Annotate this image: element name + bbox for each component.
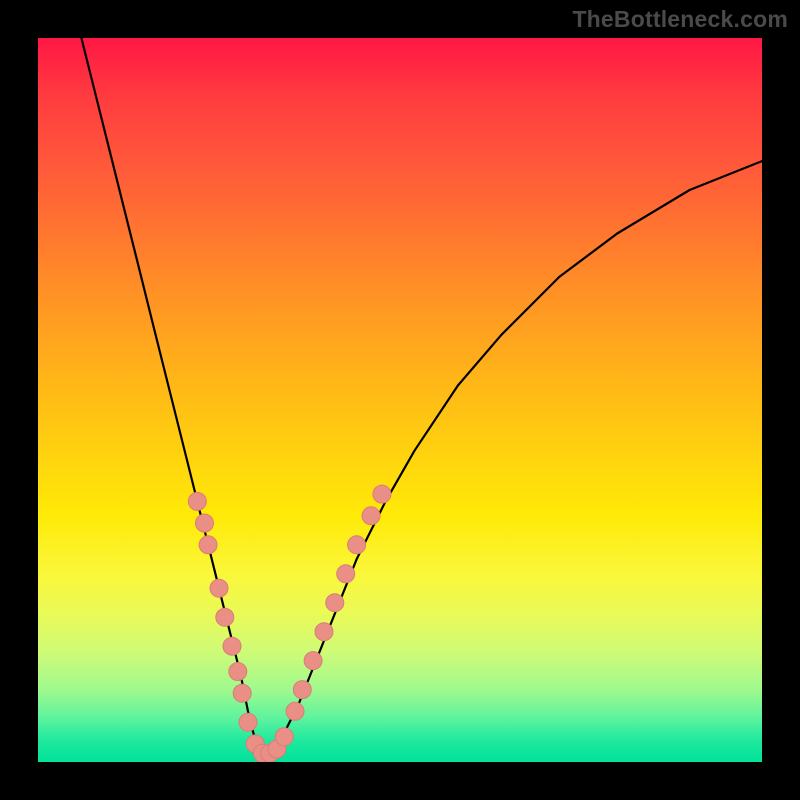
- curve-marker: [210, 579, 228, 597]
- bottleneck-curve: [81, 38, 762, 755]
- curve-marker: [223, 637, 241, 655]
- curve-marker: [229, 663, 247, 681]
- curve-marker: [326, 594, 344, 612]
- curve-marker: [246, 735, 264, 753]
- curve-marker: [239, 713, 257, 731]
- curve-svg: [38, 38, 762, 762]
- curve-marker: [337, 565, 355, 583]
- curve-marker: [253, 744, 271, 762]
- curve-marker: [315, 623, 333, 641]
- curve-marker: [199, 536, 217, 554]
- curve-marker: [275, 728, 293, 746]
- curve-marker: [373, 485, 391, 503]
- chart-frame: TheBottleneck.com: [0, 0, 800, 800]
- plot-area: [38, 38, 762, 762]
- curve-marker: [188, 492, 206, 510]
- curve-marker: [362, 507, 380, 525]
- watermark-text: TheBottleneck.com: [572, 6, 788, 33]
- curve-marker: [268, 740, 286, 758]
- curve-marker: [196, 514, 214, 532]
- curve-marker: [261, 744, 279, 762]
- curve-marker: [233, 684, 251, 702]
- curve-marker: [216, 608, 234, 626]
- curve-markers: [188, 485, 391, 762]
- curve-marker: [304, 652, 322, 670]
- curve-marker: [348, 536, 366, 554]
- curve-marker: [293, 681, 311, 699]
- curve-marker: [286, 702, 304, 720]
